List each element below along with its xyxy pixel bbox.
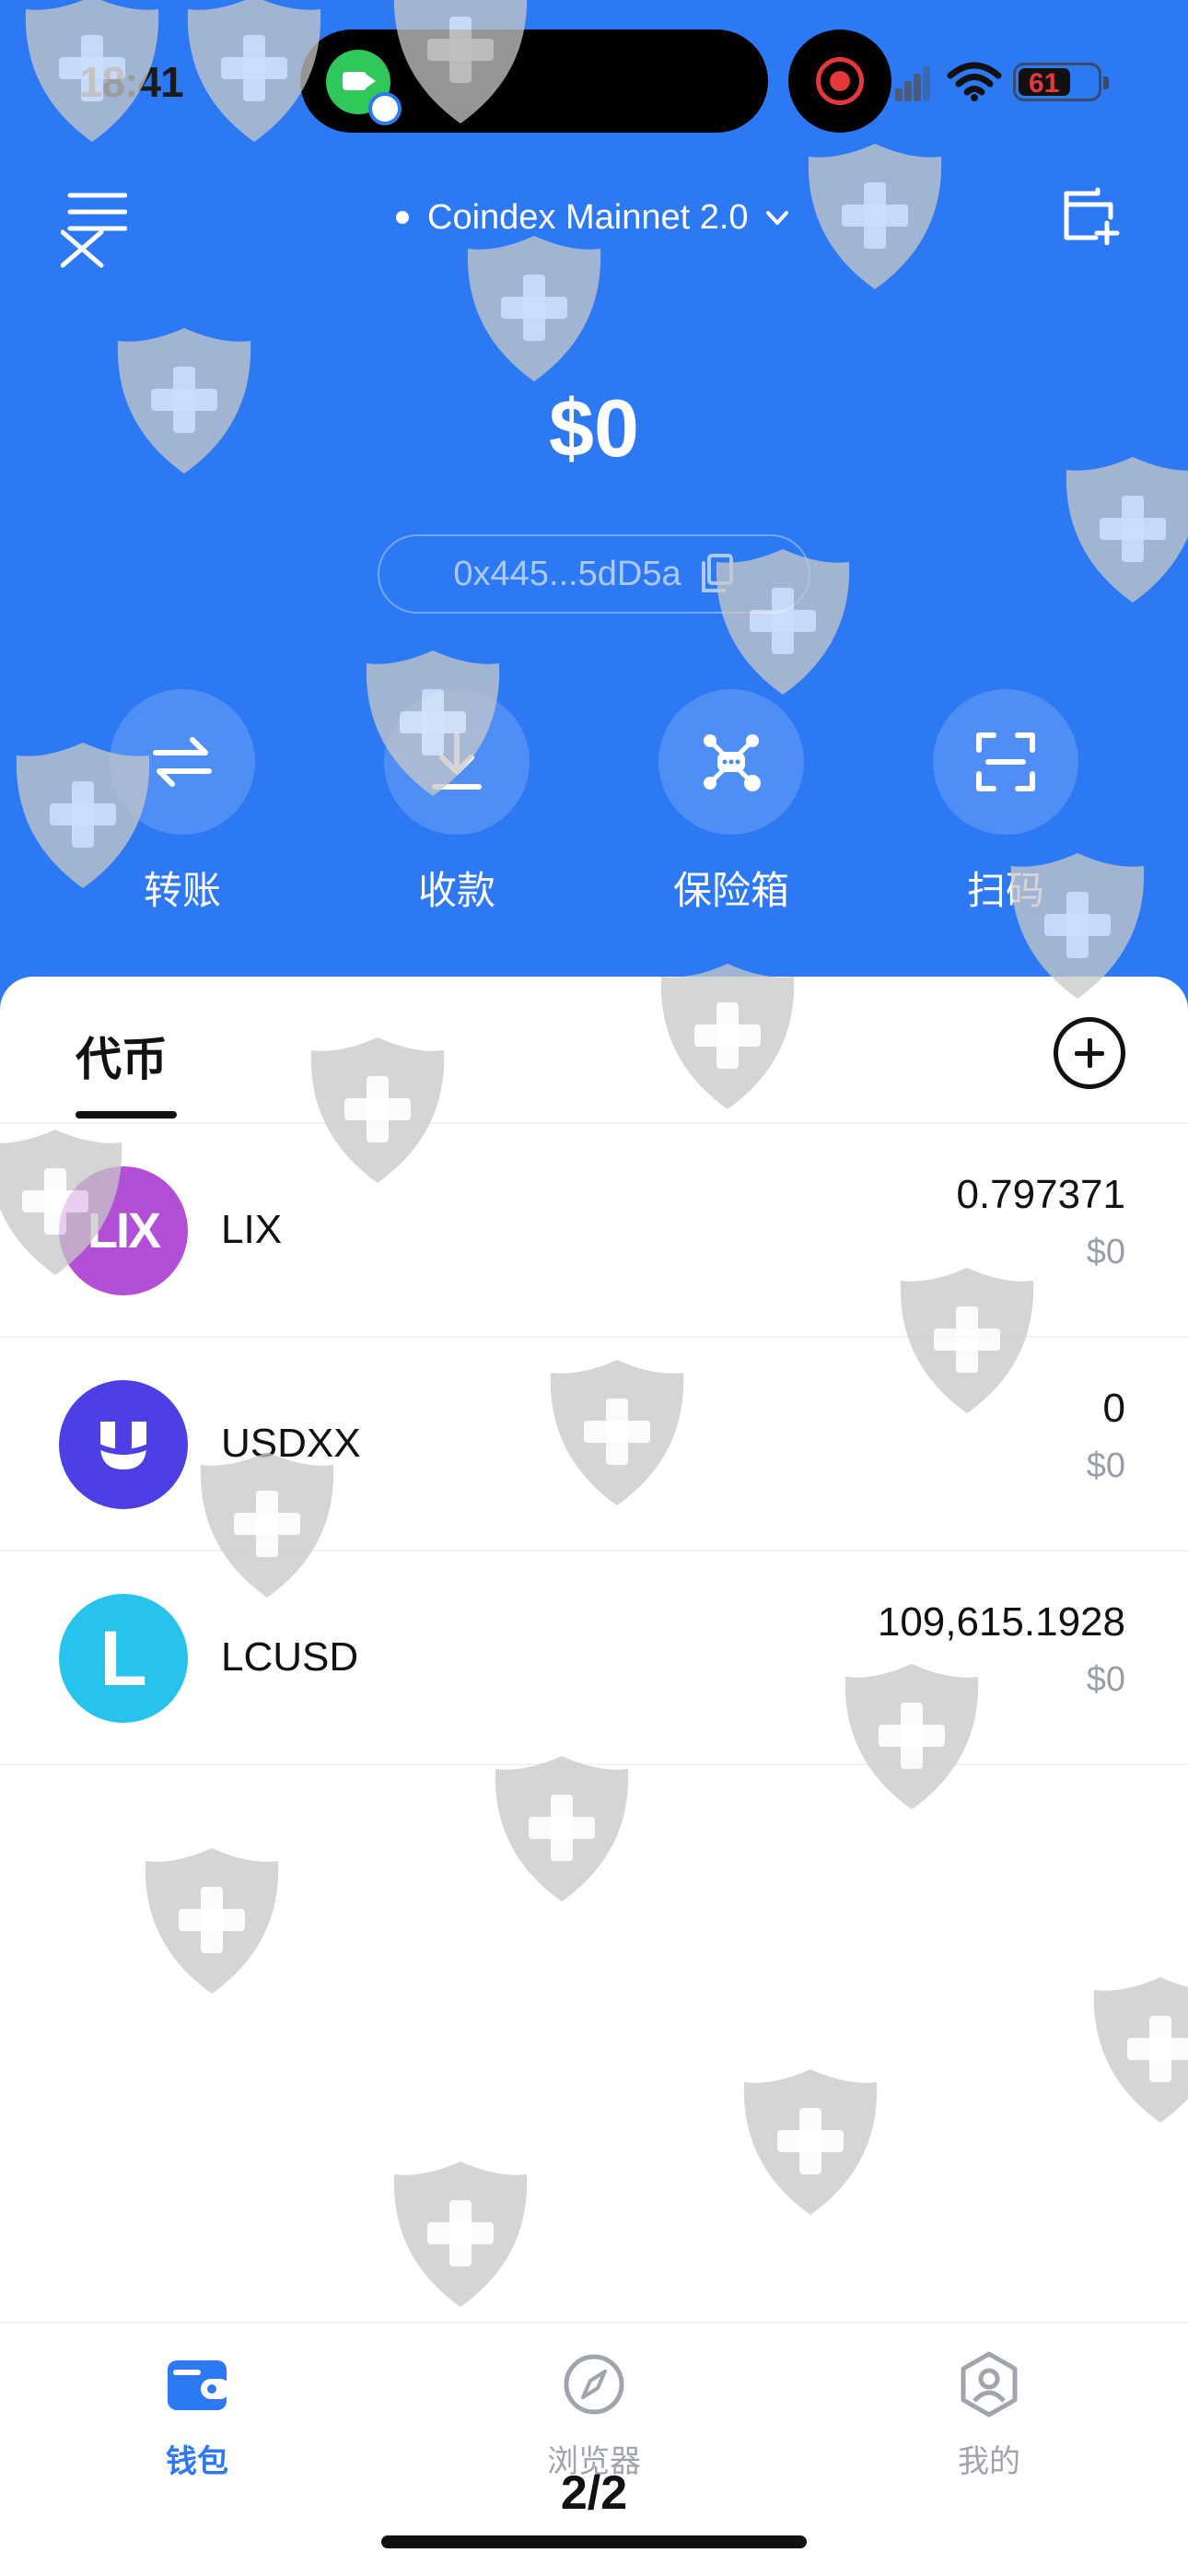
token-row-usdxx[interactable]: USDXX 0 $0: [0, 1338, 1188, 1551]
usdxx-logo-icon: [59, 1380, 188, 1509]
token-list-card: 代币 LIX LIX 0.797371 $0 USDXX 0 $0 L LCUS…: [0, 977, 1188, 2322]
status-time: 18:41: [79, 58, 184, 106]
token-symbol: LCUSD: [221, 1634, 359, 1680]
screen-record-icon[interactable]: [788, 29, 891, 133]
receive-icon: [432, 732, 482, 790]
quick-actions: 转账 收款 保险箱 扫码: [0, 689, 1188, 912]
network-selector[interactable]: Coindex Mainnet 2.0: [396, 190, 791, 245]
token-amount: 109,615.1928: [877, 1599, 1125, 1645]
token-fiat-value: $0: [1086, 1233, 1125, 1271]
home-indicator[interactable]: [381, 2535, 807, 2548]
menu-close-icon[interactable]: [61, 188, 127, 269]
scan-icon: [976, 732, 1035, 791]
receive-label: 收款: [417, 869, 495, 912]
chevron-down-icon: [765, 211, 788, 225]
token-fiat-value: $0: [1086, 1446, 1125, 1485]
add-wallet-icon[interactable]: [1059, 184, 1120, 245]
wallet-icon: [168, 2360, 230, 2410]
token-row-lix[interactable]: LIX LIX 0.797371 $0: [0, 1124, 1188, 1338]
receive-button[interactable]: 收款: [355, 689, 558, 912]
scan-label: 扫码: [966, 869, 1044, 912]
network-name: Coindex Mainnet 2.0: [427, 197, 749, 237]
lcusd-logo-icon: L: [59, 1594, 188, 1723]
safe-label: 保险箱: [672, 869, 789, 912]
token-symbol: USDXX: [221, 1421, 361, 1466]
network-status-dot: [396, 211, 409, 224]
copy-icon[interactable]: [698, 554, 735, 594]
token-symbol: LIX: [221, 1207, 283, 1252]
transfer-button[interactable]: 转账: [81, 689, 284, 912]
battery-icon: 61: [1013, 63, 1109, 101]
safe-button[interactable]: 保险箱: [630, 689, 833, 912]
total-balance: $0: [549, 382, 639, 474]
token-amount: 0.797371: [956, 1172, 1125, 1217]
battery-percent: 61: [1029, 68, 1060, 99]
wallet-address: 0x445...5dD5a: [453, 554, 681, 593]
signal-icon: [895, 64, 930, 101]
page-indicator: 2/2: [560, 2466, 628, 2520]
add-token-icon[interactable]: [1054, 1017, 1125, 1089]
token-amount: 0: [1102, 1386, 1125, 1431]
tab-active-indicator: [76, 1111, 177, 1118]
compass-icon: [564, 2354, 624, 2415]
dynamic-island: [300, 29, 768, 133]
scan-button[interactable]: 扫码: [904, 689, 1107, 912]
lix-logo-icon: LIX: [59, 1166, 188, 1295]
token-fiat-value: $0: [1086, 1660, 1125, 1699]
transfer-label: 转账: [143, 869, 221, 912]
token-row-lcusd[interactable]: L LCUSD 109,615.1928 $0: [0, 1551, 1188, 1765]
wallet-address-pill[interactable]: 0x445...5dD5a: [378, 534, 810, 614]
profile-icon: [961, 2351, 1018, 2418]
facetime-icon[interactable]: [326, 50, 402, 125]
wifi-icon: [947, 62, 1002, 101]
tab-tokens[interactable]: 代币: [76, 1023, 168, 1089]
safe-icon: [704, 734, 761, 791]
transfer-icon: [153, 737, 212, 787]
